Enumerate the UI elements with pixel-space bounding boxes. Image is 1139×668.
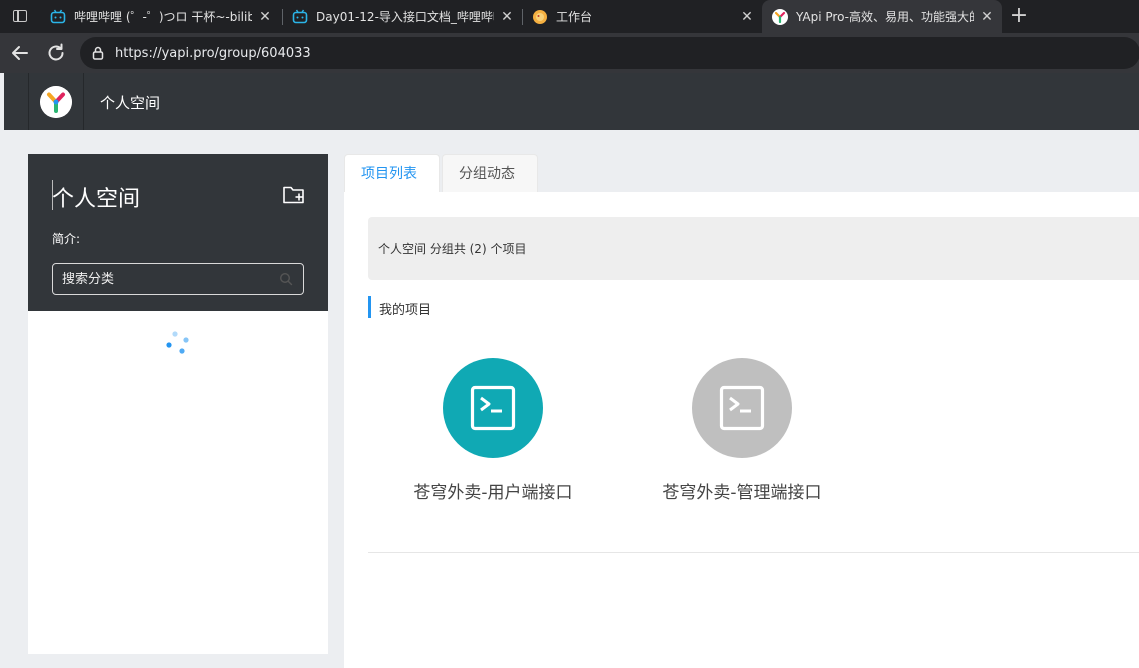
close-icon[interactable]: ✕ [738, 8, 756, 26]
project-name[interactable]: 苍穹外卖-管理端接口 [632, 478, 852, 503]
browser-tab-yapi[interactable]: YApi Pro-高效、易用、功能强大的 ✕ [762, 0, 1002, 33]
project-list-pane: 个人空间 分组共 (2) 个项目 我的项目 苍穹外卖-用户端接口 苍穹外卖-管理… [344, 192, 1139, 668]
tab-title: 哔哩哔哩 (゜-゜)つロ 干杯~-bilibi [74, 10, 252, 24]
url-text: https://yapi.pro/group/604033 [115, 45, 311, 61]
browser-tab-bilibili-video[interactable]: Day01-12-导入接口文档_哔哩哔哩 ✕ [282, 0, 522, 33]
project-card[interactable]: 苍穹外卖-管理端接口 [632, 358, 852, 518]
app-header: 个人空间 [4, 73, 1139, 130]
tab-group-activity[interactable]: 分组动态 [442, 154, 538, 192]
group-summary-text: 个人空间 分组共 (2) 个项目 [378, 242, 527, 256]
back-arrow-icon[interactable] [8, 41, 32, 65]
bilibili-icon [292, 9, 308, 23]
group-name: 个人空间 [52, 187, 141, 212]
url-field[interactable]: https://yapi.pro/group/604033 [80, 37, 1139, 69]
browser-tab-bar: 哔哩哔哩 (゜-゜)つロ 干杯~-bilibi ✕ Day01-12-导入接口文… [0, 0, 1139, 33]
browser-tab-bilibili-home[interactable]: 哔哩哔哩 (゜-゜)つロ 干杯~-bilibi ✕ [40, 0, 280, 33]
new-tab-button[interactable]: + [1006, 4, 1032, 30]
project-name[interactable]: 苍穹外卖-用户端接口 [383, 478, 603, 503]
close-icon[interactable]: ✕ [498, 8, 516, 26]
browser-tab-workbench[interactable]: 工作台 ✕ [522, 0, 762, 33]
tab-actions-button[interactable] [8, 6, 32, 26]
project-logo[interactable] [443, 358, 543, 458]
group-sidebar: 个人空间 简介: [28, 154, 328, 654]
tab-project-list[interactable]: 项目列表 [344, 154, 440, 193]
group-intro-label: 简介: [52, 232, 81, 246]
category-search-input[interactable] [53, 271, 279, 287]
tab-title: Day01-12-导入接口文档_哔哩哔哩 [316, 10, 494, 24]
breadcrumb-title[interactable]: 个人空间 [100, 92, 160, 113]
close-icon[interactable]: ✕ [256, 8, 274, 26]
site-info-icon[interactable] [90, 45, 106, 61]
search-icon[interactable] [279, 272, 293, 286]
yapi-icon [772, 8, 788, 25]
category-search[interactable] [52, 263, 304, 295]
group-content: 项目列表 分组动态 个人空间 分组共 (2) 个项目 我的项目 苍穹外卖-用户端… [344, 154, 1139, 668]
tab-title: YApi Pro-高效、易用、功能强大的 [796, 10, 974, 24]
divider [368, 552, 1139, 553]
workbench-icon [533, 9, 547, 24]
group-info-box: 个人空间 简介: [28, 154, 328, 311]
sidebar-toggle-icon [13, 10, 27, 22]
bilibili-icon [50, 9, 66, 23]
logo-link[interactable] [28, 73, 84, 130]
yapi-logo-icon [40, 85, 72, 118]
group-summary-bar: 个人空间 分组共 (2) 个项目 [368, 217, 1139, 280]
browser-address-bar: https://yapi.pro/group/604033 [0, 33, 1139, 73]
close-icon[interactable]: ✕ [978, 8, 996, 26]
project-logo[interactable] [692, 358, 792, 458]
terminal-icon [470, 385, 516, 431]
content-tabs: 项目列表 分组动态 [344, 154, 1139, 193]
add-folder-icon[interactable] [282, 184, 306, 206]
section-marker [368, 296, 371, 318]
terminal-icon [719, 385, 765, 431]
tab-title: 工作台 [556, 10, 593, 24]
reload-icon[interactable] [44, 41, 68, 65]
loading-spinner-icon [166, 331, 189, 354]
project-card[interactable]: 苍穹外卖-用户端接口 [383, 358, 603, 518]
section-title: 我的项目 [379, 303, 432, 318]
